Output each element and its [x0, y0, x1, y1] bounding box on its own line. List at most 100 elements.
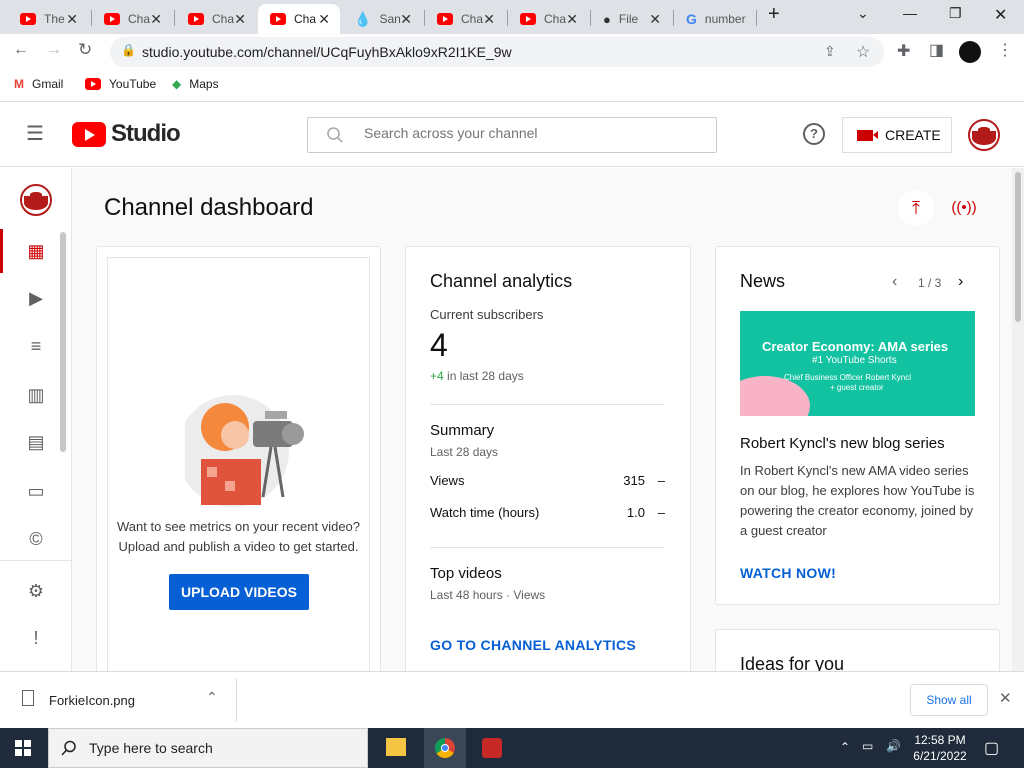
- go-to-analytics-link[interactable]: GO TO CHANNEL ANALYTICS: [430, 637, 636, 653]
- side-panel-icon[interactable]: ◨: [929, 40, 944, 60]
- file-icon: [22, 690, 34, 706]
- active-indicator: [0, 229, 3, 273]
- settings-gear-icon[interactable]: ⚙: [26, 581, 46, 601]
- search-input[interactable]: [364, 125, 704, 141]
- close-tab-icon[interactable]: ✕: [234, 11, 246, 28]
- page-title: Channel dashboard: [104, 194, 314, 221]
- browser-tab[interactable]: Cha ✕: [176, 4, 256, 34]
- page-scrollbar[interactable]: [1012, 168, 1024, 671]
- bookmark-youtube[interactable]: YouTube: [85, 77, 156, 91]
- browser-tab[interactable]: 💧 San ✕: [342, 4, 422, 34]
- gmail-icon: M: [14, 77, 24, 91]
- taskbar-search[interactable]: Type here to search: [48, 728, 368, 768]
- close-download-bar-icon[interactable]: ✕: [999, 689, 1012, 707]
- youtube-icon: [520, 13, 536, 25]
- windows-start-icon[interactable]: [15, 740, 31, 756]
- back-icon[interactable]: ←: [13, 41, 29, 59]
- youtube-icon: [20, 13, 36, 25]
- address-bar[interactable]: 🔒 studio.youtube.com/channel/UCqFuyhBxAk…: [110, 37, 884, 67]
- browser-tab[interactable]: The ✕: [8, 4, 88, 34]
- news-pager: 1 / 3: [918, 276, 942, 290]
- extensions-icon[interactable]: ✚: [897, 41, 910, 61]
- news-headline: Robert Kyncl's new blog series: [740, 435, 945, 452]
- channel-avatar[interactable]: [20, 184, 52, 216]
- window-close-icon[interactable]: ✕: [994, 5, 1007, 25]
- subscribers-change-suffix: in last 28 days: [447, 369, 524, 383]
- lock-icon[interactable]: 🔒: [121, 43, 136, 57]
- volume-icon[interactable]: 🔊: [886, 739, 901, 753]
- file-explorer-icon[interactable]: [386, 738, 406, 756]
- go-live-icon[interactable]: ((•)): [946, 190, 982, 226]
- copyright-icon[interactable]: ©: [26, 529, 46, 549]
- chrome-taskbar-button[interactable]: [424, 728, 466, 768]
- youtube-logo-icon[interactable]: [72, 122, 106, 147]
- minimize-icon[interactable]: —: [903, 5, 917, 21]
- summary-period: Last 28 days: [430, 445, 499, 459]
- forward-icon[interactable]: →: [46, 41, 62, 59]
- bookmark-maps[interactable]: ◆ Maps: [172, 77, 219, 91]
- show-all-button[interactable]: Show all: [910, 684, 988, 716]
- close-tab-icon[interactable]: ✕: [483, 11, 495, 28]
- download-shelf: ForkieIcon.png ⌃ Show all ✕: [0, 671, 1024, 728]
- chevron-right-icon[interactable]: ›: [958, 273, 963, 291]
- profile-avatar[interactable]: [959, 41, 981, 63]
- url-text[interactable]: studio.youtube.com/channel/UCqFuyhBxAklo…: [142, 44, 512, 60]
- channel-search[interactable]: [307, 117, 717, 153]
- browser-tab[interactable]: G number: [674, 4, 754, 34]
- comments-icon[interactable]: ▤: [26, 432, 46, 452]
- close-tab-icon[interactable]: ✕: [566, 11, 578, 28]
- close-tab-icon[interactable]: ✕: [649, 11, 661, 28]
- notifications-icon[interactable]: ▢: [984, 738, 999, 758]
- hamburger-menu-icon[interactable]: ☰: [26, 121, 44, 146]
- studio-logo-text[interactable]: Studio: [111, 120, 181, 148]
- browser-tab[interactable]: Cha ✕: [508, 4, 588, 34]
- new-tab-icon[interactable]: +: [768, 3, 780, 26]
- dashboard-main: Channel dashboard ⤒ ((•)) Want to see me…: [72, 168, 1012, 671]
- chevron-up-icon[interactable]: ⌃: [840, 740, 850, 754]
- network-icon[interactable]: ▭: [862, 739, 873, 753]
- upload-icon[interactable]: ⤒: [898, 190, 934, 226]
- create-button[interactable]: CREATE: [842, 117, 952, 153]
- tab-search-icon[interactable]: ⌄: [857, 5, 869, 22]
- watch-now-link[interactable]: WATCH NOW!: [740, 565, 836, 581]
- subtitles-icon[interactable]: ▭: [26, 481, 46, 501]
- analytics-icon[interactable]: ▥: [26, 385, 46, 405]
- restore-icon[interactable]: ❐: [949, 5, 962, 22]
- taskbar-clock[interactable]: 12:58 PM 6/21/2022: [912, 732, 968, 764]
- bookmark-gmail[interactable]: M Gmail: [14, 77, 63, 91]
- account-avatar[interactable]: [968, 119, 1000, 151]
- youtube-icon: [437, 13, 453, 25]
- upload-prompt-line1: Want to see metrics on your recent video…: [116, 519, 361, 534]
- chevron-up-icon[interactable]: ⌃: [206, 689, 218, 706]
- subscribers-value: 4: [430, 327, 448, 363]
- channel-analytics-card: Channel analytics Current subscribers 4 …: [405, 246, 691, 671]
- windows-taskbar: Type here to search ⌃ ▭ 🔊 12:58 PM 6/21/…: [0, 728, 1024, 768]
- bookmark-star-icon[interactable]: ☆: [856, 42, 870, 62]
- content-icon[interactable]: ▶: [26, 288, 46, 308]
- browser-tab[interactable]: Cha ✕: [425, 4, 505, 34]
- reload-icon[interactable]: ↻: [78, 40, 92, 60]
- sidebar-scrollbar[interactable]: [60, 232, 66, 452]
- close-tab-icon[interactable]: ✕: [318, 11, 330, 28]
- close-tab-icon[interactable]: ✕: [400, 11, 412, 28]
- feedback-icon[interactable]: !: [26, 628, 46, 648]
- close-tab-icon[interactable]: ✕: [66, 11, 78, 28]
- browser-tab[interactable]: ● File ✕: [591, 4, 671, 34]
- youtube-icon: [270, 13, 286, 25]
- bookmarks-bar: M Gmail YouTube ◆ Maps: [0, 70, 1024, 102]
- dashboard-icon[interactable]: ▦: [26, 241, 46, 261]
- share-icon[interactable]: ⇪: [824, 43, 836, 60]
- close-tab-icon[interactable]: ✕: [150, 11, 162, 28]
- chevron-left-icon[interactable]: ‹: [892, 273, 897, 291]
- playlists-icon[interactable]: ≡: [26, 336, 46, 356]
- toolbox-icon[interactable]: [482, 738, 502, 758]
- youtube-icon: [85, 78, 101, 90]
- browser-tab-active[interactable]: Cha ✕: [258, 4, 340, 34]
- google-icon: G: [686, 11, 697, 27]
- news-image[interactable]: Creator Economy: AMA series #1 YouTube S…: [740, 311, 975, 416]
- menu-kebab-icon[interactable]: ⋮: [997, 40, 1013, 60]
- download-filename[interactable]: ForkieIcon.png: [49, 693, 135, 708]
- upload-videos-button[interactable]: UPLOAD VIDEOS: [169, 574, 309, 610]
- browser-tab[interactable]: Cha ✕: [92, 4, 172, 34]
- help-icon[interactable]: ?: [803, 123, 825, 145]
